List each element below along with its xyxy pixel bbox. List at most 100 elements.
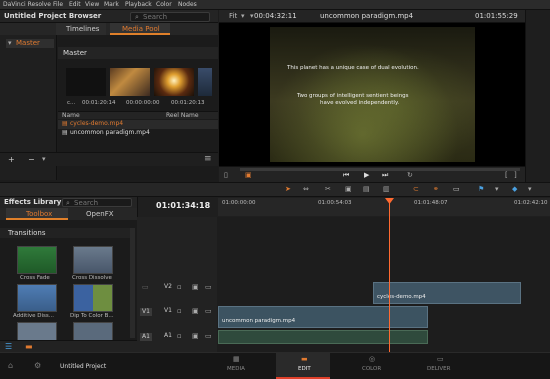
bin-master-label: Master bbox=[16, 39, 40, 47]
gear-icon[interactable]: ⚙ bbox=[34, 362, 41, 370]
menu-file[interactable]: File bbox=[53, 2, 63, 8]
trim-tool-icon[interactable]: ⇔ bbox=[303, 186, 309, 193]
timeline-clip[interactable]: cycles-demo.mp4 bbox=[373, 282, 521, 304]
blade-tool-icon[interactable]: ✂ bbox=[325, 186, 331, 193]
tab-openfx[interactable]: OpenFX bbox=[70, 208, 132, 220]
timeline-ruler[interactable]: 01:00:00:00 01:00:54:03 01:01:48:07 01:0… bbox=[218, 198, 550, 216]
clip-thumbnail[interactable] bbox=[110, 68, 150, 96]
chevron-down-icon[interactable]: ▾ bbox=[528, 186, 532, 193]
file-name: uncommon paradigm.mp4 bbox=[70, 129, 150, 136]
search-placeholder: Search bbox=[143, 13, 168, 21]
mute-icon[interactable]: ▭ bbox=[205, 333, 212, 340]
effect-thumbnail[interactable] bbox=[17, 246, 57, 274]
viewer-mode-icon[interactable]: ▣ bbox=[245, 172, 252, 179]
pool-title: Master bbox=[63, 49, 87, 57]
viewer-scrubber[interactable] bbox=[240, 168, 520, 171]
menu-app[interactable]: DaVinci Resolve bbox=[3, 2, 51, 8]
chevron-down-icon[interactable]: ▾ bbox=[250, 13, 254, 20]
chevron-down-icon[interactable]: ▾ bbox=[495, 186, 499, 193]
project-name: Untitled Project bbox=[60, 363, 107, 370]
col-name[interactable]: Name bbox=[62, 113, 80, 119]
col-reel-name[interactable]: Reel Name bbox=[166, 113, 199, 119]
lock-icon[interactable]: ▫ bbox=[177, 308, 182, 315]
remove-bin-button[interactable]: − bbox=[28, 156, 35, 164]
bin-toolbar: + − ▾ ≡ bbox=[0, 152, 218, 166]
menu-playback[interactable]: Playback bbox=[125, 2, 152, 8]
clip-thumbnail[interactable] bbox=[66, 68, 106, 96]
effect-thumbnail[interactable] bbox=[17, 284, 57, 312]
snapping-icon[interactable]: ⊂ bbox=[413, 186, 419, 193]
menu-view[interactable]: View bbox=[85, 2, 99, 8]
page-media[interactable]: ▦ MEDIA bbox=[222, 355, 252, 377]
section-title: Transitions bbox=[8, 229, 46, 237]
page-color[interactable]: ◎ COLOR bbox=[358, 355, 388, 377]
settings-icon[interactable]: ▬ bbox=[25, 343, 33, 351]
effect-thumbnail[interactable] bbox=[73, 284, 113, 312]
loop-icon[interactable]: ↻ bbox=[407, 172, 413, 179]
flag-icon[interactable]: ⚑ bbox=[478, 186, 484, 193]
list-item[interactable]: ▤ uncommon paradigm.mp4 bbox=[58, 129, 218, 138]
list-view-icon[interactable]: ≡ bbox=[204, 155, 212, 164]
marker-icon[interactable]: ◆ bbox=[512, 186, 517, 193]
lock-icon[interactable]: ▭ bbox=[453, 186, 460, 193]
bin-master[interactable]: ▾ Master bbox=[6, 39, 54, 48]
tab-timelines[interactable]: Timelines bbox=[56, 23, 106, 35]
thumb-tc: 00:01:20:14 bbox=[82, 100, 116, 106]
track-destination[interactable]: A1 bbox=[140, 333, 152, 341]
out-point-icon[interactable]: ] bbox=[514, 172, 517, 179]
auto-select-icon[interactable]: ▣ bbox=[192, 284, 199, 291]
page-bar: ⌂ ⚙ Untitled Project bbox=[0, 352, 550, 379]
menu-edit[interactable]: Edit bbox=[69, 2, 81, 8]
selection-tool-icon[interactable]: ➤ bbox=[285, 186, 291, 193]
media-search-input[interactable]: ⌕ Search bbox=[130, 12, 210, 22]
chevron-down-icon[interactable]: ▾ bbox=[241, 13, 245, 20]
track-destination[interactable]: V1 bbox=[140, 308, 152, 316]
effect-label: Cross Fade bbox=[20, 275, 50, 281]
clip-thumbnail[interactable] bbox=[154, 68, 194, 96]
fit-dropdown[interactable]: Fit bbox=[229, 13, 237, 20]
effects-scrollbar[interactable] bbox=[130, 228, 135, 338]
track-label: V2 bbox=[164, 283, 172, 290]
clip-thumbnail[interactable] bbox=[198, 68, 212, 96]
chevron-down-icon[interactable]: ▾ bbox=[42, 156, 46, 163]
menu-color[interactable]: Color bbox=[156, 2, 172, 8]
tab-media-pool[interactable]: Media Pool bbox=[110, 23, 170, 35]
track-visible-icon[interactable]: ▭ bbox=[205, 284, 212, 291]
overwrite-icon[interactable]: ▤ bbox=[363, 186, 370, 193]
track-header-v1: V1 V1 ▫ ▣ ▭ bbox=[137, 305, 217, 327]
menu-nodes[interactable]: Nodes bbox=[178, 2, 197, 8]
tab-toolbox[interactable]: Toolbox bbox=[6, 208, 68, 220]
page-label: EDIT bbox=[298, 366, 311, 372]
lock-icon[interactable]: ▫ bbox=[177, 333, 182, 340]
skip-forward-icon[interactable]: ⏭ bbox=[382, 172, 388, 179]
menu-mark[interactable]: Mark bbox=[104, 2, 119, 8]
lock-icon[interactable]: ▫ bbox=[177, 284, 182, 291]
page-edit[interactable]: ▬ EDIT bbox=[290, 355, 320, 377]
subtitle-text: Two groups of intelligent sentient being… bbox=[297, 93, 409, 99]
page-deliver[interactable]: ▭ DELIVER bbox=[424, 355, 458, 377]
timecode-duration: 01:01:55:29 bbox=[475, 12, 518, 20]
color-wheel-icon: ◎ bbox=[369, 355, 376, 363]
split-view-icon[interactable]: ▯ bbox=[224, 172, 228, 179]
add-bin-button[interactable]: + bbox=[8, 156, 15, 164]
insert-icon[interactable]: ▣ bbox=[345, 186, 352, 193]
auto-select-icon[interactable]: ▣ bbox=[192, 333, 199, 340]
audio-clip[interactable] bbox=[218, 330, 428, 344]
in-point-icon[interactable]: [ bbox=[505, 172, 508, 179]
viewer-clip-name: uncommon paradigm.mp4 bbox=[320, 12, 414, 20]
playhead[interactable] bbox=[389, 199, 390, 352]
track-visible-icon[interactable]: ▭ bbox=[205, 308, 212, 315]
subtitle-text: have evolved independently. bbox=[320, 100, 400, 106]
list-view-icon[interactable]: ☰ bbox=[5, 343, 12, 351]
auto-select-icon[interactable]: ▣ bbox=[192, 308, 199, 315]
play-icon[interactable]: ▶ bbox=[364, 172, 369, 179]
media-tabs bbox=[0, 23, 218, 35]
skip-back-icon[interactable]: ⏮ bbox=[343, 172, 349, 179]
timeline-clip[interactable]: uncommon paradigm.mp4 bbox=[218, 306, 428, 328]
home-icon[interactable]: ⌂ bbox=[8, 362, 13, 370]
effects-search-input[interactable]: ⌕ Search bbox=[62, 198, 132, 207]
replace-icon[interactable]: ▥ bbox=[383, 186, 390, 193]
list-item[interactable]: ▤ cycles-demo.mp4 bbox=[58, 120, 218, 129]
link-icon[interactable]: ⚭ bbox=[433, 186, 439, 193]
effect-thumbnail[interactable] bbox=[73, 246, 113, 274]
